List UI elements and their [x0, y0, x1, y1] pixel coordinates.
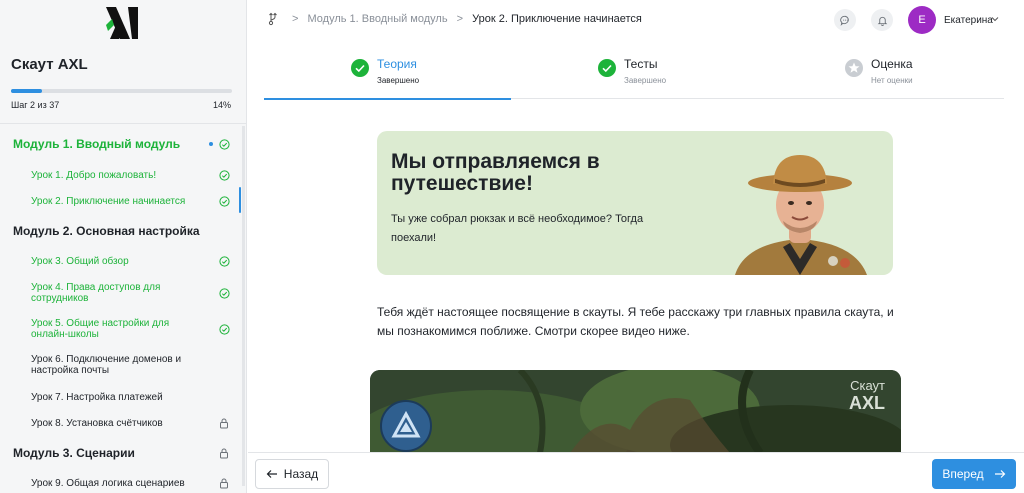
- check-circle-icon: [218, 195, 230, 207]
- step-counter: Шаг 2 из 37: [11, 100, 60, 110]
- video-logo-line1: Скаут: [850, 378, 885, 393]
- star-icon: [845, 59, 863, 77]
- breadcrumb-separator: >: [292, 13, 299, 25]
- jungle-background: [370, 370, 901, 453]
- tab-rating[interactable]: Оценка Нет оценки: [758, 48, 1005, 99]
- current-module-dot-icon: [209, 142, 213, 146]
- tab-theory[interactable]: Теория Завершено: [264, 48, 511, 100]
- check-circle-icon: [218, 323, 230, 335]
- check-circle-icon: [218, 255, 230, 267]
- user-name[interactable]: Екатерина: [944, 15, 993, 26]
- lock-icon: [218, 477, 230, 489]
- nav-lesson-1[interactable]: Урок 1. Добро пожаловать!: [0, 162, 240, 188]
- tab-title: Тесты: [624, 57, 658, 71]
- active-lesson-marker: [239, 187, 241, 213]
- video-player[interactable]: Скаут AXL: [370, 370, 901, 453]
- nav-lesson-7[interactable]: Урок 7. Настройка платежей: [0, 384, 240, 410]
- course-title: Скаут AXL: [11, 56, 88, 73]
- lesson-banner: Мы отправляемся в путешествие! Ты уже со…: [377, 131, 893, 275]
- breadcrumb: > Модуль 1. Вводный модуль > Урок 2. При…: [286, 13, 642, 25]
- tab-title: Теория: [377, 57, 417, 71]
- check-filled-icon: [598, 59, 616, 77]
- nav-lesson-8[interactable]: Урок 8. Установка счётчиков: [0, 410, 240, 436]
- chat-bubble-icon: [839, 15, 849, 26]
- next-button-label: Вперед: [942, 467, 984, 481]
- nav-lesson-label: Урок 8. Установка счётчиков: [31, 417, 163, 429]
- nav-lesson-6[interactable]: Урок 6. Подключение доменов и настройка …: [0, 346, 240, 384]
- nav-module-2[interactable]: Модуль 2. Основная настройка: [0, 214, 240, 248]
- next-button[interactable]: Вперед: [932, 459, 1016, 489]
- nav-lesson-label: Урок 1. Добро пожаловать!: [31, 169, 157, 181]
- nav-lesson-9[interactable]: Урок 9. Общая логика сценариев: [0, 470, 240, 493]
- intro-text: Тебя ждёт настоящее посвящение в скауты.…: [377, 305, 894, 338]
- tab-title: Оценка: [871, 57, 913, 71]
- nav-lesson-3[interactable]: Урок 3. Общий обзор: [0, 248, 240, 274]
- chat-button[interactable]: [834, 9, 856, 31]
- branch-icon[interactable]: [268, 12, 278, 26]
- nav-lesson-4[interactable]: Урок 4. Права доступов для сотрудников: [0, 274, 240, 312]
- course-progress-fill: [11, 89, 42, 93]
- lesson-footer: Назад Вперед: [248, 452, 1024, 493]
- arrow-left-icon: [266, 470, 277, 478]
- banner-text: Ты уже собрал рюкзак и всё необходимое? …: [391, 213, 644, 244]
- check-filled-icon: [351, 59, 369, 77]
- breadcrumb-separator: >: [456, 13, 464, 25]
- video-logo: Скаут AXL: [849, 378, 885, 414]
- lesson-tabs: Теория Завершено Тесты Завершено Оценка …: [264, 48, 1005, 100]
- tab-tests[interactable]: Тесты Завершено: [511, 48, 758, 99]
- progress-percent: 14%: [212, 100, 231, 110]
- nav-lesson-label: Урок 3. Общий обзор: [31, 255, 129, 267]
- nav-module-label: Модуль 1. Вводный модуль: [13, 137, 181, 151]
- nav-lesson-label: Урок 2. Приключение начинается: [31, 195, 186, 207]
- sidebar-scrollbar[interactable]: [242, 126, 245, 486]
- scout-badge-icon: [380, 400, 432, 452]
- breadcrumb-module-link[interactable]: Модуль 1. Вводный модуль: [308, 13, 448, 25]
- arrow-right-icon: [994, 470, 1005, 478]
- axl-logo-icon[interactable]: [104, 5, 140, 41]
- nav-lesson-label: Урок 4. Права доступов для сотрудников: [31, 282, 161, 304]
- video-logo-line2: AXL: [849, 393, 885, 413]
- nav-module-label: Модуль 3. Сценарии: [13, 446, 135, 460]
- nav-lesson-label: Урок 7. Настройка платежей: [31, 391, 163, 403]
- nav-lesson-label: Урок 9. Общая логика сценариев: [31, 477, 185, 489]
- chevron-down-icon[interactable]: [991, 15, 999, 23]
- back-button-label: Назад: [283, 467, 319, 481]
- nav-module-1[interactable]: Модуль 1. Вводный модуль: [0, 126, 240, 162]
- course-progress-bar: [11, 89, 232, 93]
- check-circle-icon: [218, 287, 230, 299]
- top-header: > Модуль 1. Вводный модуль > Урок 2. При…: [248, 0, 1024, 40]
- check-circle-icon: [218, 138, 230, 150]
- user-avatar[interactable]: E: [908, 6, 936, 34]
- lock-icon: [218, 417, 230, 429]
- banner-title: Мы отправляемся в путешествие!: [391, 150, 600, 195]
- nav-lesson-5[interactable]: Урок 5. Общие настройки для онлайн-школы: [0, 312, 240, 346]
- check-circle-icon: [218, 169, 230, 181]
- notifications-button[interactable]: [871, 9, 893, 31]
- tab-status: Завершено: [624, 76, 667, 85]
- nav-module-3[interactable]: Модуль 3. Сценарии: [0, 436, 240, 470]
- nav-lesson-label: Урок 6. Подключение доменов и настройка …: [31, 354, 182, 376]
- nav-lesson-label: Урок 5. Общие настройки для онлайн-школы: [31, 318, 170, 340]
- scout-illustration: [735, 155, 867, 275]
- sidebar: Скаут AXL Шаг 2 из 37 14% Модуль 1. Ввод…: [0, 0, 247, 493]
- nav-module-label: Модуль 2. Основная настройка: [13, 224, 200, 238]
- nav-lesson-2[interactable]: Урок 2. Приключение начинается: [0, 188, 240, 214]
- bell-icon: [877, 16, 887, 26]
- tab-status: Нет оценки: [871, 76, 913, 85]
- sidebar-divider: [0, 123, 247, 124]
- lock-icon: [218, 447, 230, 459]
- lesson-nav: Модуль 1. Вводный модуль Урок 1. Добро п…: [0, 126, 240, 493]
- back-button[interactable]: Назад: [255, 459, 329, 489]
- breadcrumb-current: Урок 2. Приключение начинается: [472, 13, 642, 25]
- tab-status: Завершено: [377, 76, 420, 85]
